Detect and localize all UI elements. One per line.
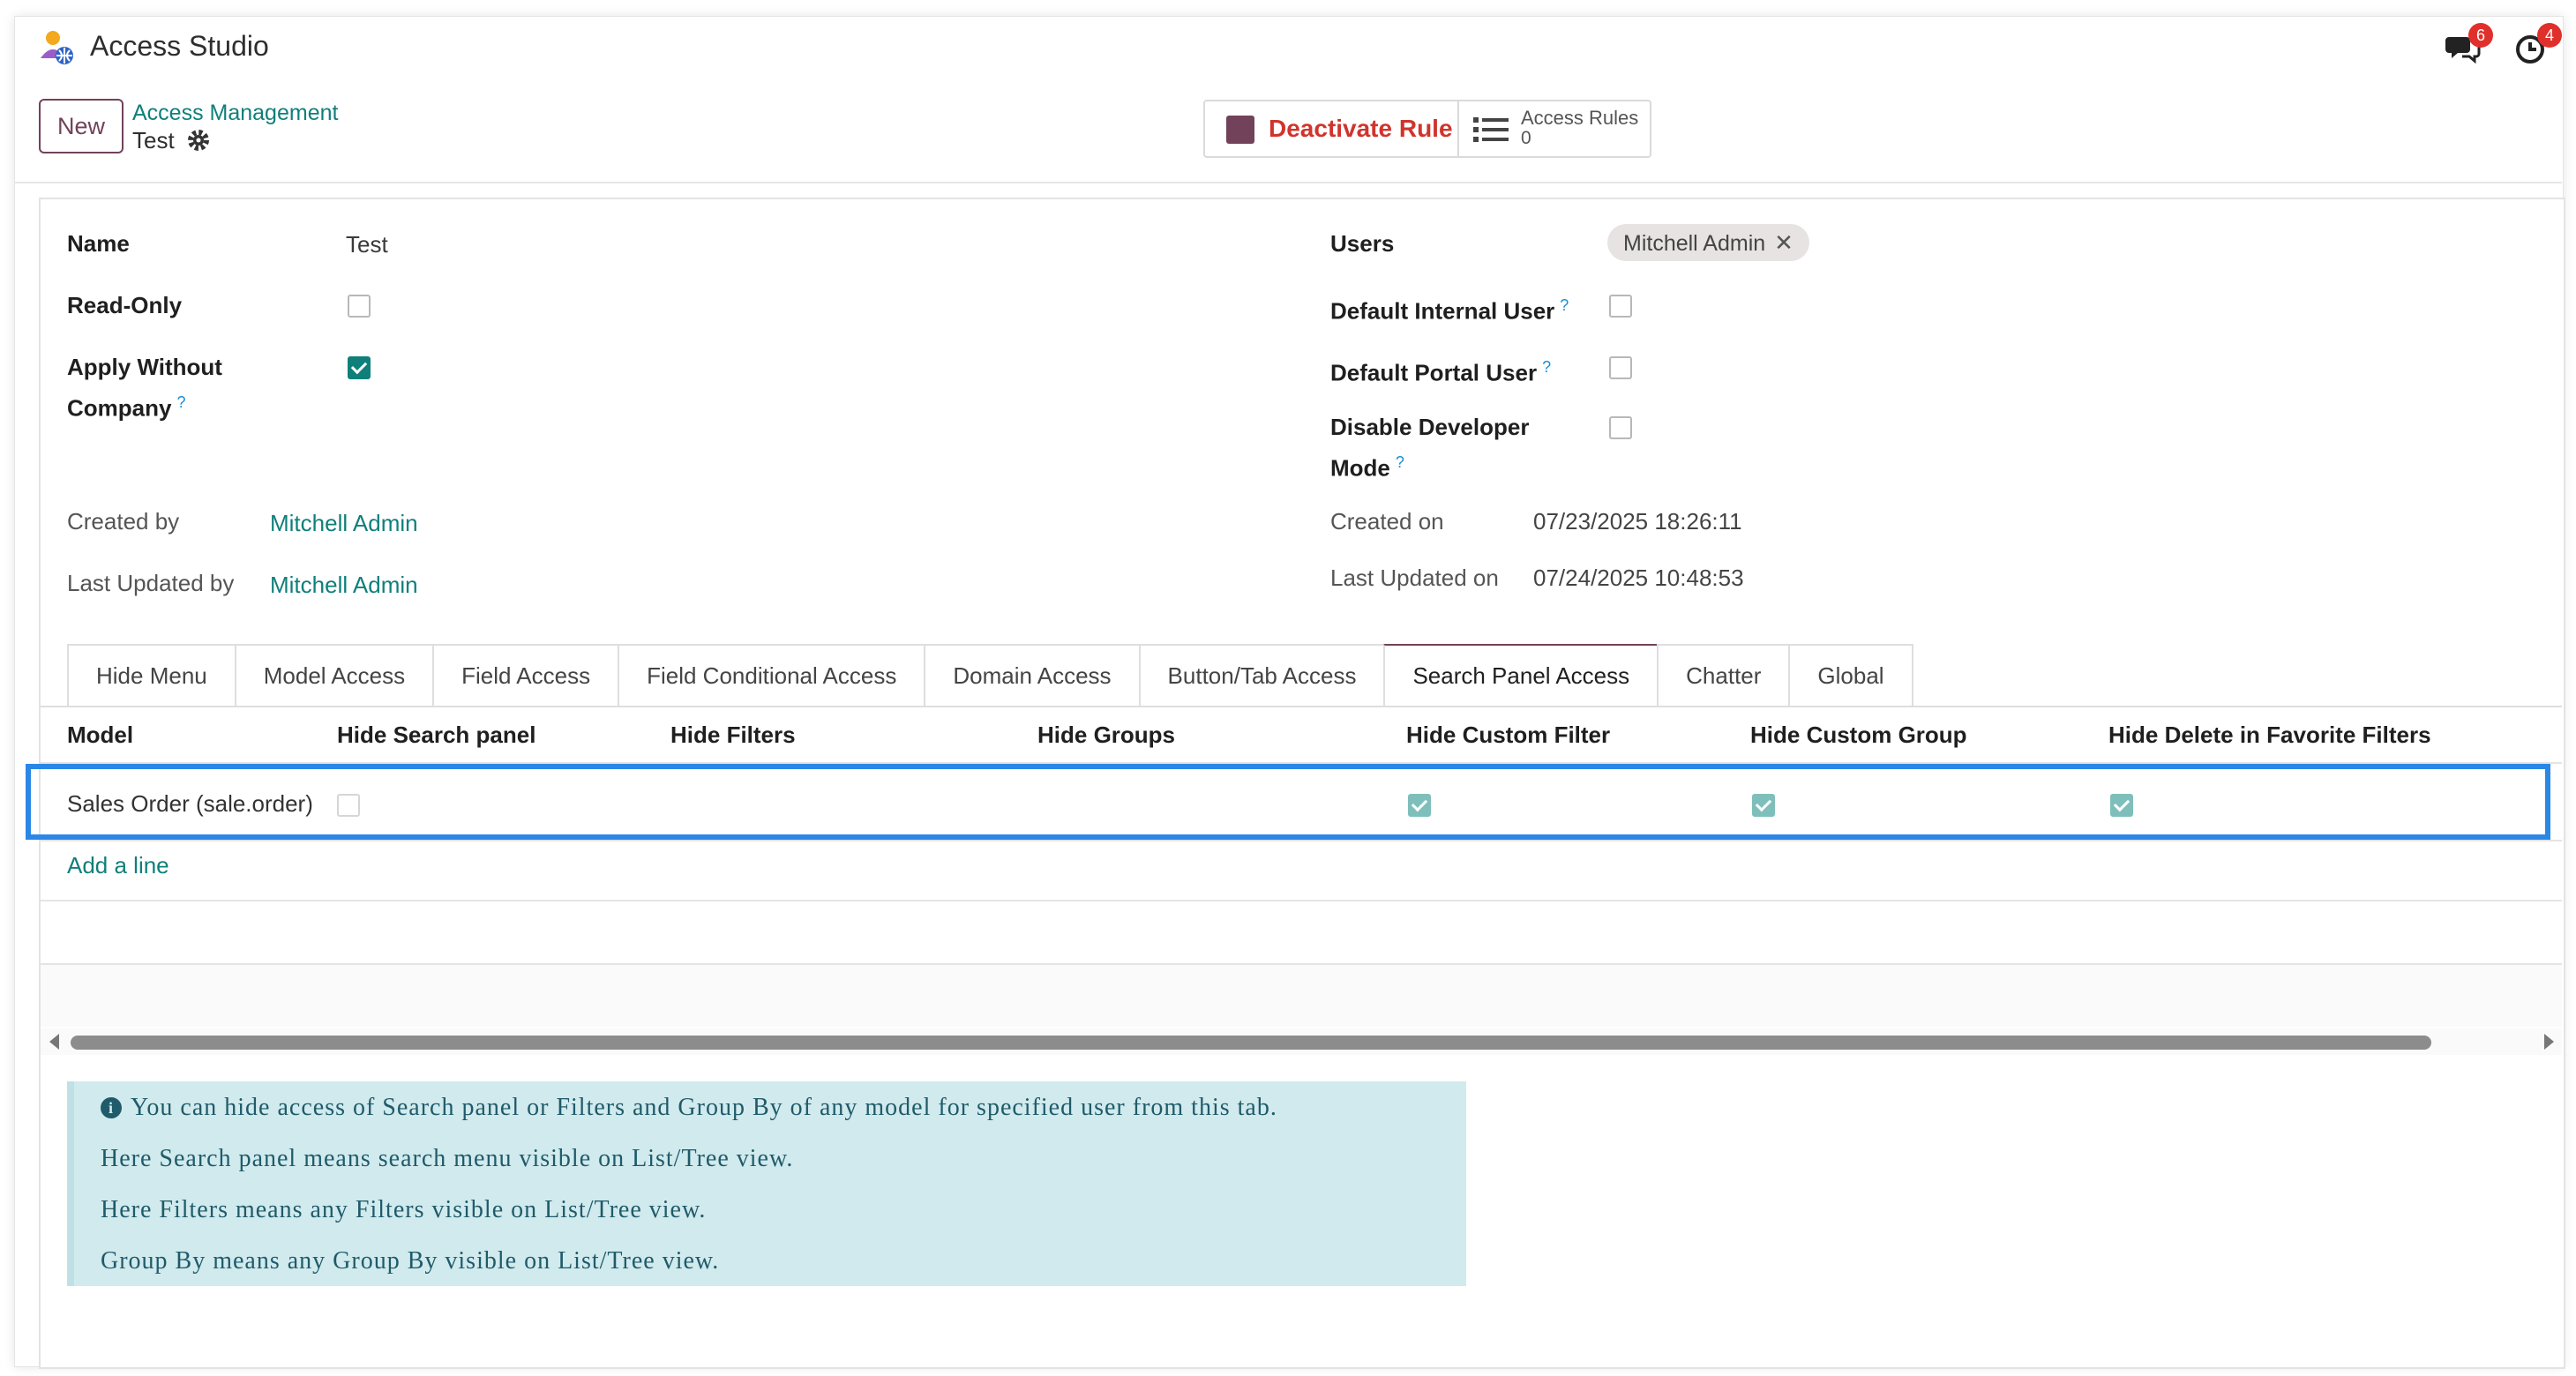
disable-developer-mode-label-line2: Mode? xyxy=(1330,445,1404,486)
scrollbar-thumb[interactable] xyxy=(71,1036,2431,1050)
breadcrumb-current: Test xyxy=(132,127,175,153)
scroll-right-arrow-icon[interactable] xyxy=(2544,1034,2554,1050)
tab-field-conditional-access[interactable]: Field Conditional Access xyxy=(618,644,925,707)
table-empty-row xyxy=(41,965,2562,1027)
tab-model-access[interactable]: Model Access xyxy=(234,644,433,707)
list-icon xyxy=(1473,117,1509,142)
info-alert-box: i You can hide access of Search panel or … xyxy=(67,1081,1466,1286)
top-navbar: Access Studio 6 4 xyxy=(14,16,2562,78)
help-tooltip-icon[interactable]: ? xyxy=(1542,358,1551,376)
tabs-divider xyxy=(41,706,2562,707)
add-a-line-link[interactable]: Add a line xyxy=(67,852,169,879)
access-rules-label: Access Rules xyxy=(1521,107,1639,129)
stop-icon xyxy=(1226,116,1254,144)
tab-button-tab-access[interactable]: Button/Tab Access xyxy=(1138,644,1384,707)
new-record-button[interactable]: New xyxy=(39,99,124,153)
help-tooltip-icon[interactable]: ? xyxy=(176,393,185,411)
info-line-1: i You can hide access of Search panel or … xyxy=(101,1094,1277,1122)
info-line-1-text: You can hide access of Search panel or F… xyxy=(131,1094,1277,1121)
column-header-model[interactable]: Model xyxy=(67,722,133,749)
apply-without-company-checkbox[interactable] xyxy=(348,356,371,379)
last-updated-by-label: Last Updated by xyxy=(67,570,235,596)
tab-domain-access[interactable]: Domain Access xyxy=(924,644,1139,707)
last-updated-by-user-link[interactable]: Mitchell Admin xyxy=(270,572,418,599)
column-header-hide-search-panel[interactable]: Hide Search panel xyxy=(337,722,535,749)
tab-chatter[interactable]: Chatter xyxy=(1657,644,1789,707)
info-line-4: Group By means any Group By visible on L… xyxy=(101,1247,720,1275)
app-logo-icon[interactable] xyxy=(37,28,78,69)
tab-hide-menu[interactable]: Hide Menu xyxy=(67,644,235,707)
deactivate-rule-button[interactable]: Deactivate Rule xyxy=(1205,101,1459,156)
default-internal-user-text: Default Internal User xyxy=(1330,297,1555,325)
scroll-left-arrow-icon[interactable] xyxy=(49,1034,59,1050)
activities-count-badge: 4 xyxy=(2537,23,2562,48)
breadcrumb-parent-link[interactable]: Access Management xyxy=(132,101,338,126)
gear-icon[interactable] xyxy=(187,129,210,152)
default-internal-user-label: Default Internal User? xyxy=(1330,288,1569,329)
apply-without-company-label-text: Company xyxy=(67,394,172,422)
last-updated-on-value: 07/24/2025 10:48:53 xyxy=(1533,565,1744,591)
info-line-2: Here Search panel means search menu visi… xyxy=(101,1145,794,1172)
column-header-hide-custom-filter[interactable]: Hide Custom Filter xyxy=(1406,722,1610,749)
created-on-value: 07/23/2025 18:26:11 xyxy=(1533,508,1742,535)
table-empty-row-divider xyxy=(41,900,2562,901)
info-line-3: Here Filters means any Filters visible o… xyxy=(101,1196,707,1223)
column-header-hide-custom-group[interactable]: Hide Custom Group xyxy=(1750,722,1967,749)
column-header-hide-filters[interactable]: Hide Filters xyxy=(670,722,796,749)
default-portal-user-text: Default Portal User xyxy=(1330,359,1538,386)
last-updated-on-label: Last Updated on xyxy=(1330,565,1499,591)
column-header-hide-delete-in-favorite-filters[interactable]: Hide Delete in Favorite Filters xyxy=(2108,722,2431,749)
user-tag[interactable]: Mitchell Admin ✕ xyxy=(1607,224,1809,261)
created-by-label: Created by xyxy=(67,508,180,535)
created-by-user-link[interactable]: Mitchell Admin xyxy=(270,510,418,537)
name-label: Name xyxy=(67,230,130,257)
apply-without-company-label-line2: Company? xyxy=(67,385,185,426)
messages-count-badge: 6 xyxy=(2468,23,2493,48)
access-rules-button[interactable]: Access Rules 0 xyxy=(1459,101,1648,156)
user-tag-label: Mitchell Admin xyxy=(1623,231,1766,256)
disable-developer-mode-text: Mode xyxy=(1330,454,1390,482)
readonly-checkbox[interactable] xyxy=(348,295,371,318)
disable-developer-mode-label-line1: Disable Developer xyxy=(1330,414,1530,440)
messages-button[interactable]: 6 xyxy=(2444,23,2493,67)
smart-buttons: Deactivate Rule Access Rules 0 xyxy=(1203,100,1651,158)
help-tooltip-icon[interactable]: ? xyxy=(1560,296,1569,314)
row-highlight-annotation xyxy=(26,764,2550,840)
info-icon: i xyxy=(101,1097,122,1118)
app-title: Access Studio xyxy=(90,30,269,62)
column-header-hide-groups[interactable]: Hide Groups xyxy=(1037,722,1175,749)
disable-developer-mode-checkbox[interactable] xyxy=(1609,416,1632,439)
default-portal-user-checkbox[interactable] xyxy=(1609,356,1632,379)
default-internal-user-checkbox[interactable] xyxy=(1609,295,1632,318)
tab-field-access[interactable]: Field Access xyxy=(432,644,618,707)
default-portal-user-label: Default Portal User? xyxy=(1330,349,1551,391)
table-row-divider xyxy=(41,840,2562,841)
deactivate-rule-label: Deactivate Rule xyxy=(1269,115,1453,142)
activities-button[interactable]: 4 xyxy=(2512,23,2562,67)
access-rules-count: 0 xyxy=(1521,128,1531,148)
name-field[interactable]: Test xyxy=(346,231,388,258)
created-on-label: Created on xyxy=(1330,508,1444,535)
help-tooltip-icon[interactable]: ? xyxy=(1396,453,1404,471)
notebook-tabs: Hide Menu Model Access Field Access Fiel… xyxy=(67,644,1913,707)
header-divider xyxy=(14,182,2562,183)
readonly-label: Read-Only xyxy=(67,292,183,318)
users-label: Users xyxy=(1330,230,1395,257)
remove-tag-icon[interactable]: ✕ xyxy=(1774,229,1793,256)
apply-without-company-label-line1: Apply Without xyxy=(67,354,222,380)
tab-global[interactable]: Global xyxy=(1788,644,1913,707)
tab-search-panel-access[interactable]: Search Panel Access xyxy=(1383,644,1658,707)
